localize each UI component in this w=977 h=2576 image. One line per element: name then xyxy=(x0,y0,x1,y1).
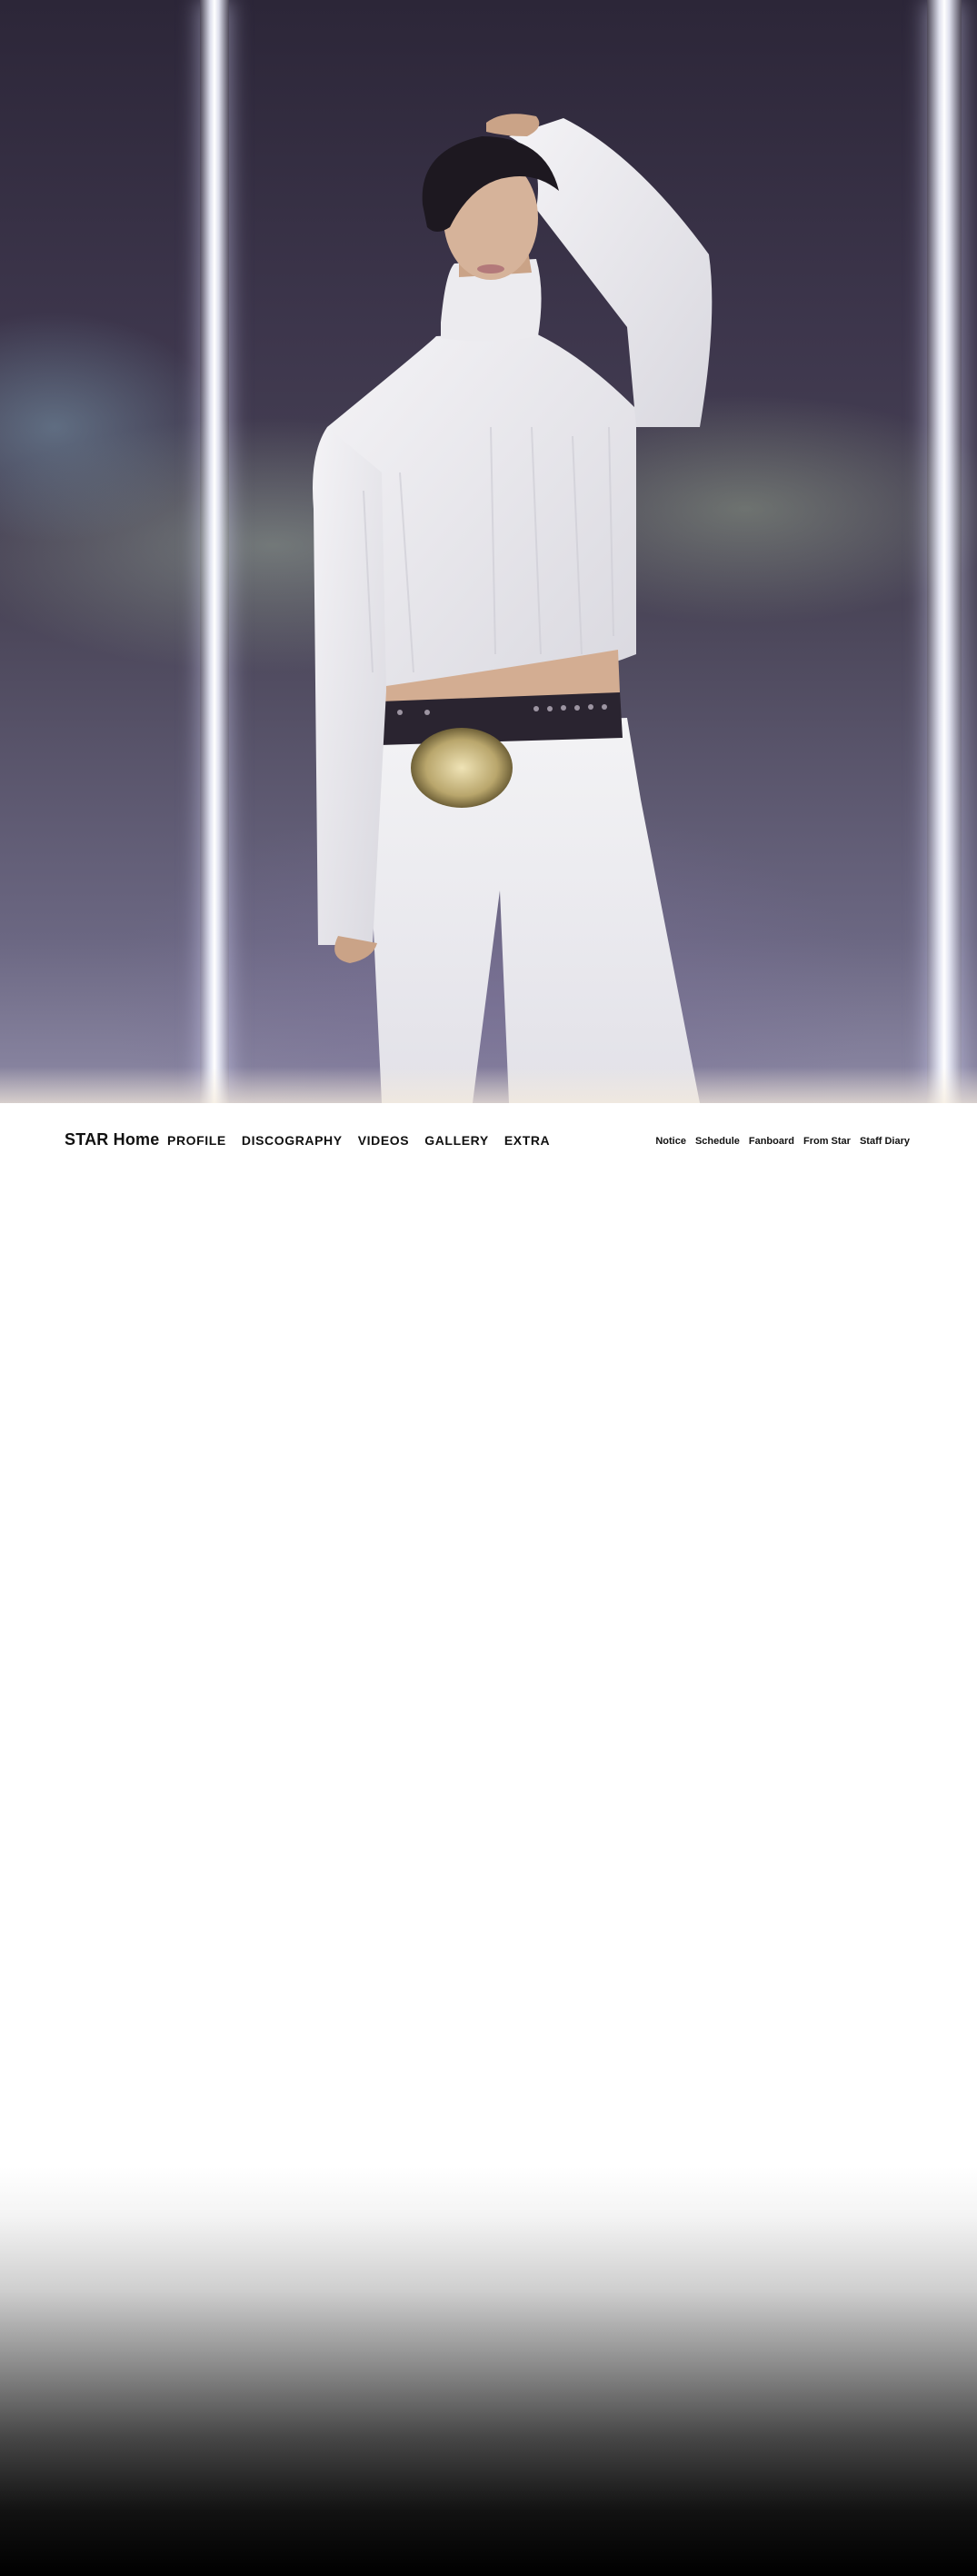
nav-discography-link[interactable]: DISCOGRAPHY xyxy=(242,1133,343,1148)
nav-schedule-link[interactable]: Schedule xyxy=(695,1136,740,1147)
site-navbar: STAR Home PROFILE DISCOGRAPHY VIDEOS GAL… xyxy=(0,1103,977,1178)
main-content-area xyxy=(0,1178,977,2167)
nav-fanboard-link[interactable]: Fanboard xyxy=(749,1136,794,1147)
nav-from-star-link[interactable]: From Star xyxy=(803,1136,851,1147)
hero-banner xyxy=(0,0,977,1103)
nav-staff-diary-link[interactable]: Staff Diary xyxy=(860,1136,910,1147)
nav-gallery-link[interactable]: GALLERY xyxy=(424,1133,489,1148)
floor-glow xyxy=(0,1067,977,1103)
brand-logo-link[interactable]: STAR Home xyxy=(65,1130,159,1149)
main-nav: PROFILE DISCOGRAPHY VIDEOS GALLERY EXTRA xyxy=(167,1133,550,1148)
nav-profile-link[interactable]: PROFILE xyxy=(167,1133,226,1148)
artist-portrait-image xyxy=(313,114,713,1103)
nav-extra-link[interactable]: EXTRA xyxy=(504,1133,550,1148)
footer-fade xyxy=(0,2167,977,2576)
nav-notice-link[interactable]: Notice xyxy=(655,1136,686,1147)
nav-videos-link[interactable]: VIDEOS xyxy=(358,1133,410,1148)
secondary-nav: Notice Schedule Fanboard From Star Staff… xyxy=(655,1136,910,1147)
